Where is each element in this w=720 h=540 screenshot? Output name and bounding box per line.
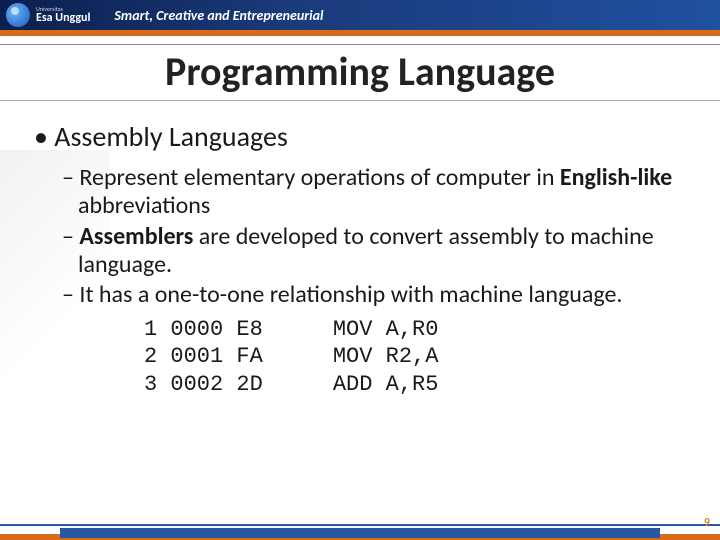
code-block: 1 0000 E8 2 0001 FA 3 0002 2D MOV A,R0 M… xyxy=(144,316,686,399)
slide-title: Programming Language xyxy=(0,47,720,100)
sub3-pre: It has a one-to-one relationship with ma… xyxy=(79,280,622,309)
code-right-1: MOV A,R0 xyxy=(333,316,439,344)
hairline-under-title xyxy=(0,100,720,101)
university-logo-icon xyxy=(6,3,30,27)
sub-item-2: Assemblers are developed to convert asse… xyxy=(62,223,686,280)
code-left-1: 1 0000 E8 xyxy=(144,316,263,344)
page-number: 9 xyxy=(704,516,710,530)
orange-divider xyxy=(0,30,720,36)
hairline-top xyxy=(0,44,720,45)
sub-item-1: Represent elementary operations of compu… xyxy=(62,164,686,221)
code-left-3: 3 0002 2D xyxy=(144,371,263,399)
sub-item-3: It has a one-to-one relationship with ma… xyxy=(62,281,686,309)
content-area: Assembly Languages Represent elementary … xyxy=(0,119,720,398)
tagline-text: Smart, Creative and Entrepreneurial xyxy=(114,7,323,24)
university-big-text: Esa Unggul xyxy=(36,12,90,24)
code-left-2: 2 0001 FA xyxy=(144,343,263,371)
code-right-2: MOV R2,A xyxy=(333,343,439,371)
code-right-column: MOV A,R0 MOV R2,A ADD A,R5 xyxy=(333,316,439,399)
footer-band xyxy=(0,526,720,540)
sub2-bold: Assemblers xyxy=(79,222,193,251)
code-right-3: ADD A,R5 xyxy=(333,371,439,399)
university-name: Universitas Esa Unggul xyxy=(36,6,90,24)
bullet-assembly-languages: Assembly Languages xyxy=(34,119,686,154)
sub1-post: abbreviations xyxy=(78,191,210,220)
code-left-column: 1 0000 E8 2 0001 FA 3 0002 2D xyxy=(144,316,263,399)
sub-bullets: Represent elementary operations of compu… xyxy=(62,164,686,310)
footer xyxy=(0,524,720,540)
sub1-bold: English-like xyxy=(560,163,672,192)
header-bar: Universitas Esa Unggul Smart, Creative a… xyxy=(0,0,720,30)
sub1-pre: Represent elementary operations of compu… xyxy=(79,163,560,192)
footer-inner-bar xyxy=(60,528,660,538)
